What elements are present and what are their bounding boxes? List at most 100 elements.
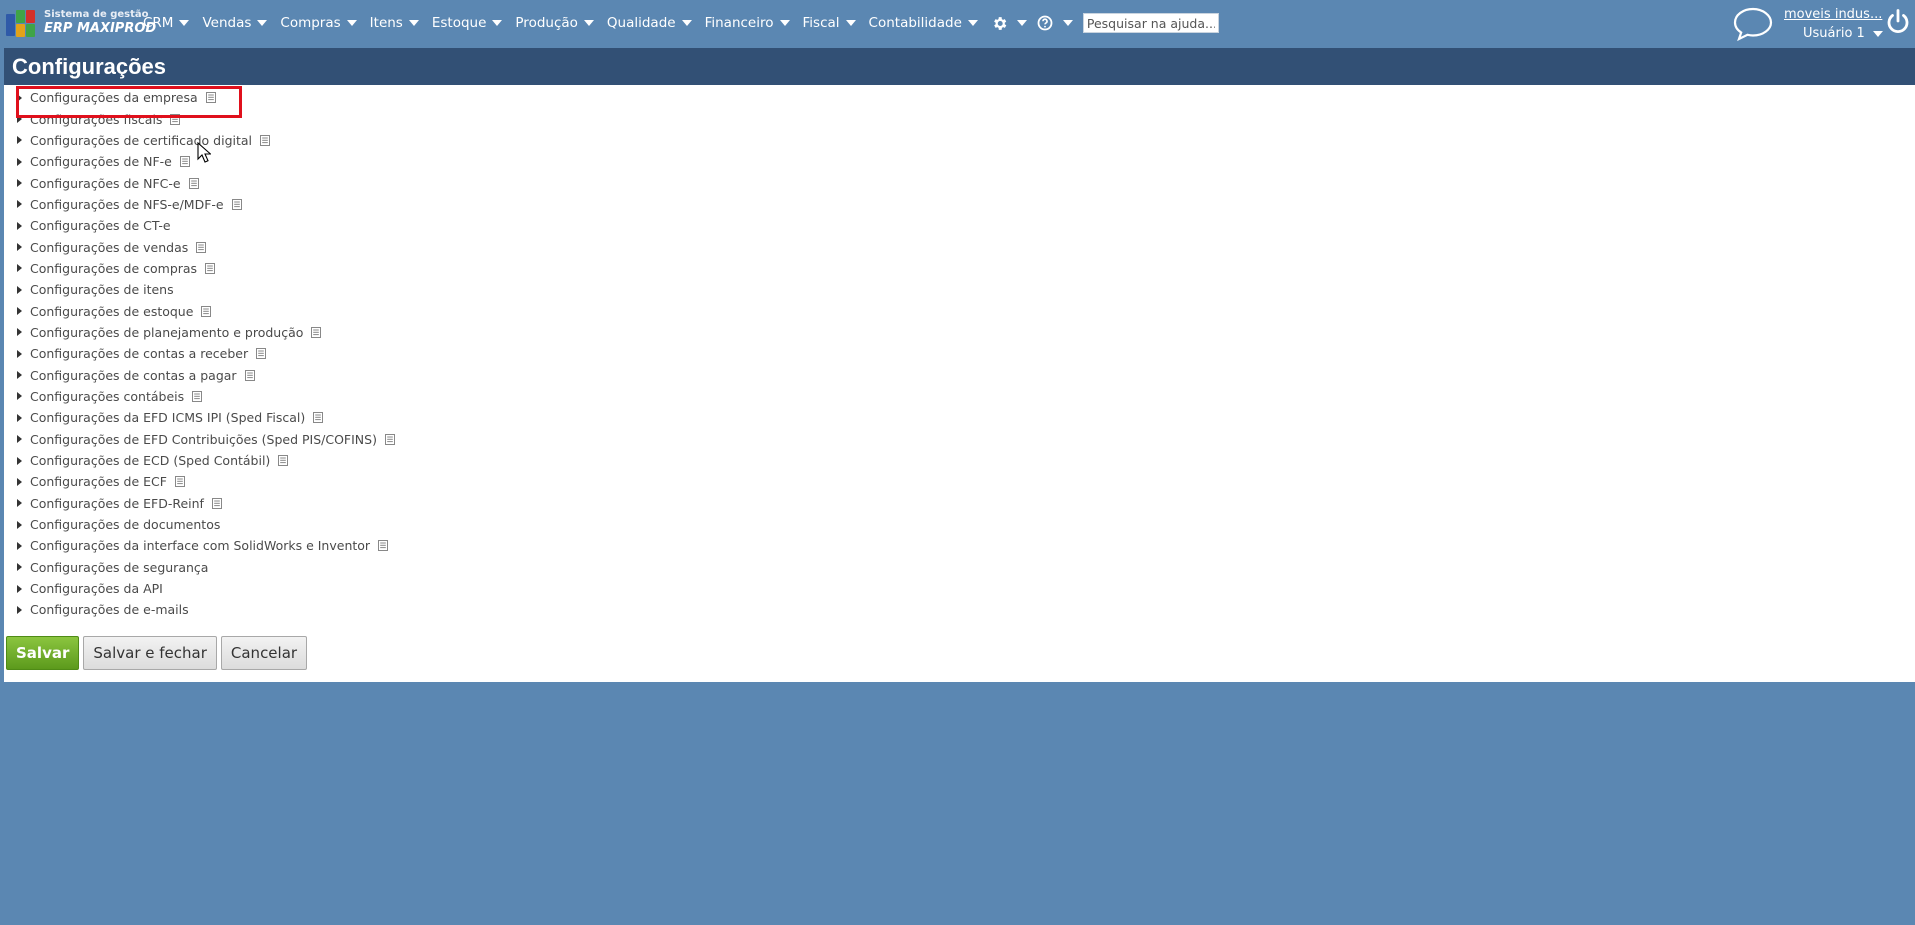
settings-section-row[interactable]: Configurações da EFD ICMS IPI (Sped Fisc… [14, 407, 395, 428]
help-document-icon[interactable] [278, 455, 289, 467]
help-document-icon[interactable] [211, 497, 222, 509]
help-document-icon[interactable] [174, 476, 185, 488]
settings-section-row[interactable]: Configurações fiscais [14, 108, 395, 129]
menu-vendas[interactable]: Vendas [202, 15, 268, 31]
expand-triangle-icon[interactable] [17, 584, 22, 593]
help-document-icon[interactable] [192, 390, 203, 402]
settings-section-row[interactable]: Configurações de documentos [14, 514, 395, 535]
caret-down-icon [1016, 20, 1027, 26]
settings-section-row[interactable]: Configurações contábeis [14, 386, 395, 407]
expand-triangle-icon[interactable] [17, 435, 22, 444]
help-document-icon[interactable] [201, 305, 212, 317]
help-document-icon[interactable] [205, 92, 216, 104]
expand-triangle-icon[interactable] [17, 392, 22, 401]
settings-section-label: Configurações de certificado digital [30, 132, 253, 148]
settings-section-row[interactable]: Configurações de EFD-Reinf [14, 493, 395, 514]
expand-triangle-icon[interactable] [17, 157, 22, 166]
help-document-icon[interactable] [311, 326, 322, 338]
settings-menu[interactable] [991, 15, 1027, 32]
menu-contabilidade[interactable]: Contabilidade [869, 15, 978, 31]
settings-section-row[interactable]: Configurações de estoque [14, 300, 395, 321]
settings-section-label: Configurações de EFD-Reinf [30, 495, 204, 511]
help-document-icon[interactable] [256, 348, 267, 360]
menu-financeiro[interactable]: Financeiro [705, 15, 790, 31]
help-document-icon[interactable] [205, 262, 216, 274]
settings-section-row[interactable]: Configurações da interface com SolidWork… [14, 535, 395, 556]
settings-section-label: Configurações de NFC-e [30, 175, 181, 191]
expand-triangle-icon[interactable] [17, 605, 22, 614]
user-menu[interactable]: Usuário 1 [1803, 26, 1883, 41]
expand-triangle-icon[interactable] [17, 243, 22, 252]
expand-triangle-icon[interactable] [17, 520, 22, 529]
help-document-icon[interactable] [231, 198, 242, 210]
menu-estoque[interactable]: Estoque [432, 15, 503, 31]
help-menu[interactable] [1037, 15, 1073, 31]
menu-compras[interactable]: Compras [280, 15, 357, 31]
settings-section-label: Configurações de EFD Contribuições (Sped… [30, 431, 377, 447]
help-document-icon[interactable] [179, 156, 190, 168]
expand-triangle-icon[interactable] [17, 285, 22, 294]
settings-section-label: Configurações de ECF [30, 474, 167, 490]
menu-itens[interactable]: Itens [370, 15, 419, 31]
settings-section-row[interactable]: Configurações da empresa [14, 87, 395, 108]
help-document-icon[interactable] [244, 369, 255, 381]
help-search-input[interactable] [1082, 13, 1219, 33]
save-button[interactable]: Salvar [6, 636, 80, 670]
settings-section-row[interactable]: Configurações de planejamento e produção [14, 322, 395, 343]
logo-title: ERP MAXIPROD [44, 21, 157, 36]
expand-triangle-icon[interactable] [17, 477, 22, 486]
settings-section-row[interactable]: Configurações de contas a receber [14, 343, 395, 364]
settings-section-row[interactable]: Configurações da API [14, 578, 395, 599]
erp-logo[interactable]: Sistema de gestão ERP MAXIPROD [6, 8, 156, 38]
power-icon[interactable] [1885, 8, 1911, 36]
help-document-icon[interactable] [313, 412, 324, 424]
help-document-icon[interactable] [170, 113, 181, 125]
expand-triangle-icon[interactable] [17, 499, 22, 508]
help-document-icon[interactable] [188, 177, 199, 189]
expand-triangle-icon[interactable] [17, 179, 22, 188]
settings-section-row[interactable]: Configurações de itens [14, 279, 395, 300]
expand-triangle-icon[interactable] [17, 413, 22, 422]
expand-triangle-icon[interactable] [17, 328, 22, 337]
caret-down-icon [408, 20, 419, 26]
menu-crm[interactable]: CRM [143, 15, 190, 31]
expand-triangle-icon[interactable] [17, 200, 22, 209]
settings-section-row[interactable]: Configurações de ECD (Sped Contábil) [14, 450, 395, 471]
settings-section-row[interactable]: Configurações de compras [14, 258, 395, 279]
settings-section-row[interactable]: Configurações de contas a pagar [14, 364, 395, 385]
company-link[interactable]: moveis indus... [1784, 7, 1882, 22]
caret-down-icon [583, 20, 594, 26]
settings-section-row[interactable]: Configurações de CT-e [14, 215, 395, 236]
expand-triangle-icon[interactable] [17, 221, 22, 230]
expand-triangle-icon[interactable] [17, 136, 22, 145]
menu-producao[interactable]: Produção [515, 15, 594, 31]
settings-section-row[interactable]: Configurações de EFD Contribuições (Sped… [14, 429, 395, 450]
settings-section-row[interactable]: Configurações de ECF [14, 471, 395, 492]
menu-fiscal[interactable]: Fiscal [803, 15, 856, 31]
cancel-button[interactable]: Cancelar [220, 636, 308, 670]
expand-triangle-icon[interactable] [17, 115, 22, 124]
chat-bubble-icon[interactable] [1733, 6, 1773, 42]
page-title: Configurações [4, 48, 1915, 85]
help-document-icon[interactable] [260, 134, 271, 146]
expand-triangle-icon[interactable] [17, 349, 22, 358]
menu-label: Contabilidade [868, 15, 962, 31]
user-name: Usuário 1 [1803, 26, 1865, 41]
expand-triangle-icon[interactable] [17, 541, 22, 550]
settings-section-row[interactable]: Configurações de vendas [14, 236, 395, 257]
expand-triangle-icon[interactable] [17, 307, 22, 316]
save-and-close-button[interactable]: Salvar e fechar [83, 636, 217, 670]
settings-section-row[interactable]: Configurações de NFC-e [14, 172, 395, 193]
menu-qualidade[interactable]: Qualidade [607, 15, 692, 31]
expand-triangle-icon[interactable] [17, 264, 22, 273]
help-document-icon[interactable] [378, 540, 389, 552]
help-document-icon[interactable] [384, 433, 395, 445]
expand-triangle-icon[interactable] [17, 371, 22, 380]
expand-triangle-icon[interactable] [17, 93, 22, 102]
settings-section-row[interactable]: Configurações de e-mails [14, 599, 395, 620]
settings-section-row[interactable]: Configurações de segurança [14, 557, 395, 578]
expand-triangle-icon[interactable] [17, 456, 22, 465]
settings-section-row[interactable]: Configurações de NFS-e/MDF-e [14, 194, 395, 215]
help-document-icon[interactable] [196, 241, 207, 253]
expand-triangle-icon[interactable] [17, 563, 22, 572]
